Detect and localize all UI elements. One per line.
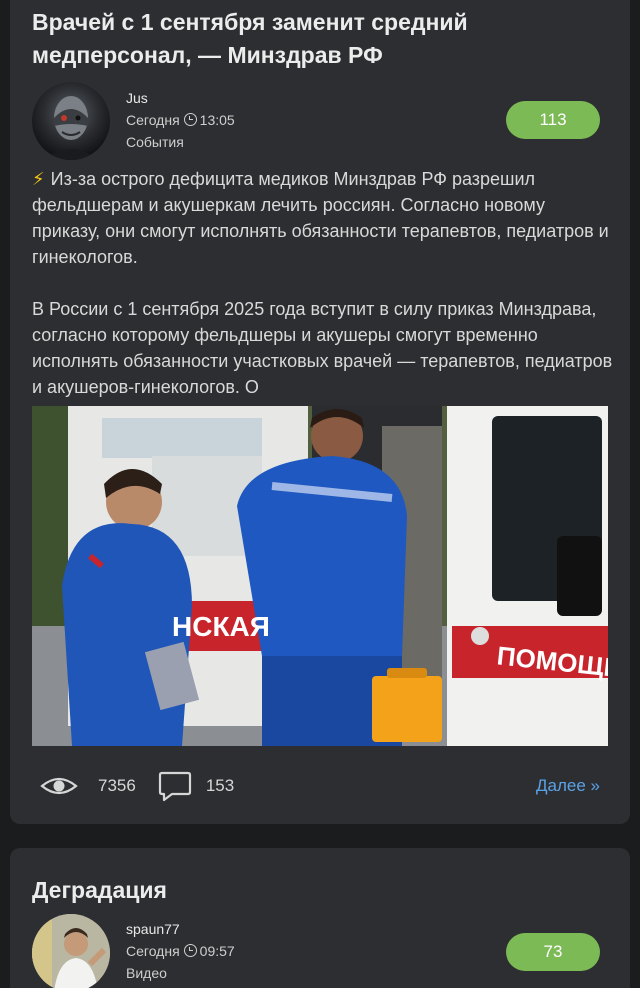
post-title[interactable]: Врачей с 1 сентября заменит средний медп… <box>32 6 610 72</box>
read-more-link[interactable]: Далее » <box>536 776 600 796</box>
category-link[interactable]: События <box>126 131 235 153</box>
clock-icon <box>183 113 197 126</box>
ambulance-photo: НСКАЯ ПОМОЩЬ <box>32 406 608 746</box>
post-meta: Jus Сегодня 13:05 События <box>126 87 235 153</box>
avatar[interactable] <box>32 82 110 160</box>
post-card: Деградация spaun77 Сегодня 09:57 Видео 73 <box>10 848 630 988</box>
ambulance-text-left: НСКАЯ <box>172 611 270 642</box>
post-body: ⚡ Из-за острого дефицита медиков Минздрав… <box>32 166 616 400</box>
comments-count[interactable]: 153 <box>206 776 234 796</box>
views-count: 7356 <box>98 776 136 795</box>
post-stats: 7356 153 Далее » <box>40 768 600 804</box>
author-name[interactable]: spaun77 <box>126 918 235 940</box>
rating-badge[interactable]: 113 <box>506 101 600 139</box>
time-label: 13:05 <box>199 112 235 128</box>
post-card: Врачей с 1 сентября заменит средний медп… <box>10 0 630 824</box>
avatar-image <box>32 914 110 988</box>
avatar[interactable] <box>32 914 110 988</box>
paragraph: В России с 1 сентября 2025 года вступит … <box>32 299 613 397</box>
post-meta: spaun77 Сегодня 09:57 Видео <box>126 918 235 984</box>
post-image[interactable]: НСКАЯ ПОМОЩЬ <box>32 406 608 746</box>
date-label: Сегодня <box>126 112 180 128</box>
post-date: Сегодня 09:57 <box>126 940 235 962</box>
date-label: Сегодня <box>126 943 180 959</box>
eye-icon <box>40 777 78 795</box>
paragraph: ⚡ Из-за острого дефицита медиков Минздрав… <box>32 166 616 270</box>
clock-icon <box>183 944 197 957</box>
category-link[interactable]: Видео <box>126 962 235 984</box>
paragraph-text: Из-за острого дефицита медиков Минздрав … <box>32 169 609 267</box>
rating-badge[interactable]: 73 <box>506 933 600 971</box>
time-label: 09:57 <box>199 943 235 959</box>
comment-icon[interactable] <box>158 770 192 802</box>
post-title[interactable]: Деградация <box>32 874 610 907</box>
author-name[interactable]: Jus <box>126 87 235 109</box>
post-date: Сегодня 13:05 <box>126 109 235 131</box>
lightning-icon: ⚡ <box>32 169 45 189</box>
avatar-image <box>44 96 98 160</box>
